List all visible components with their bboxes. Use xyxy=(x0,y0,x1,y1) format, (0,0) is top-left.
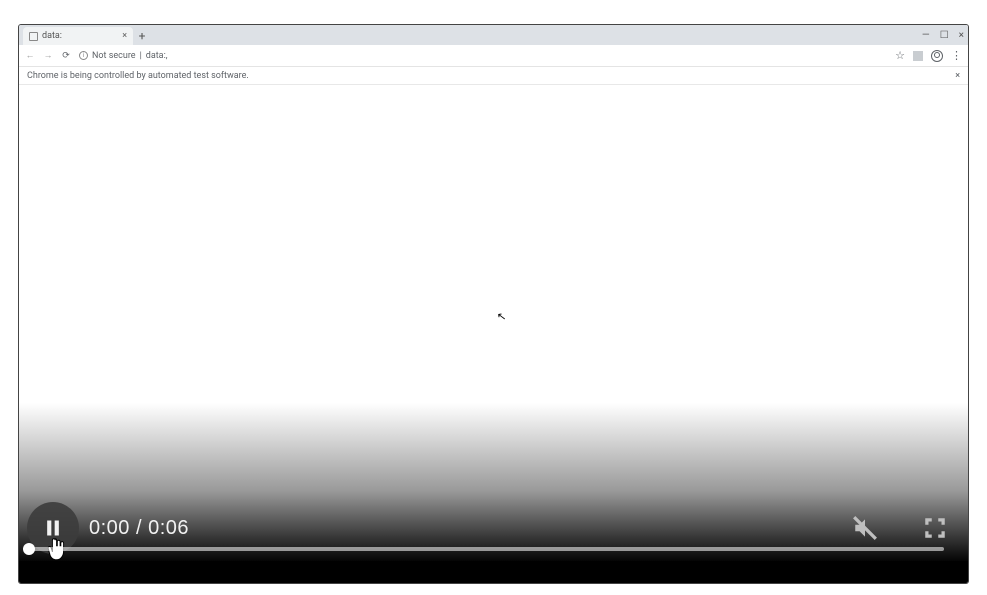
automation-info-bar: Chrome is being controlled by automated … xyxy=(19,67,968,85)
video-controls: 0:00 / 0:06 xyxy=(19,495,968,561)
profile-icon[interactable] xyxy=(931,50,943,62)
window-close-button[interactable]: × xyxy=(959,30,964,41)
bookmark-star-icon[interactable]: ☆ xyxy=(895,49,905,62)
back-button[interactable]: ← xyxy=(25,50,35,61)
browser-menu-icon[interactable]: ⋮ xyxy=(951,49,962,62)
page-icon xyxy=(29,32,38,41)
reload-button[interactable]: ⟳ xyxy=(61,51,71,61)
mouse-cursor-icon: ↖ xyxy=(496,309,507,323)
automation-info-text: Chrome is being controlled by automated … xyxy=(27,71,249,81)
forward-button[interactable]: → xyxy=(43,50,53,61)
url-separator: | xyxy=(140,51,142,61)
not-secure-label: Not secure xyxy=(92,51,136,61)
window-controls: — ☐ × xyxy=(922,25,964,45)
automation-info-close-icon[interactable]: × xyxy=(955,71,960,81)
address-bar: ← → ⟳ i Not secure | data:, ☆ ⋮ xyxy=(19,45,968,67)
minimize-button[interactable]: — xyxy=(922,30,930,41)
browser-tab[interactable]: data: × xyxy=(23,27,133,45)
video-current-time: 0:00 xyxy=(89,517,130,539)
video-time-display: 0:00 / 0:06 xyxy=(89,517,189,540)
pause-icon xyxy=(43,518,63,538)
tab-strip: data: × + — ☐ × xyxy=(19,25,968,45)
video-player[interactable]: ↖ 0:00 / 0:06 xyxy=(19,85,968,583)
fullscreen-icon[interactable] xyxy=(922,515,948,541)
video-progress-bar[interactable] xyxy=(29,547,944,551)
tab-close-icon[interactable]: × xyxy=(122,31,127,41)
site-info-icon[interactable]: i xyxy=(79,51,88,60)
url-area[interactable]: i Not secure | data:, xyxy=(79,51,887,61)
maximize-button[interactable]: ☐ xyxy=(940,30,949,41)
browser-window: data: × + — ☐ × ← → ⟳ i Not secure | dat… xyxy=(18,24,969,584)
video-time-separator: / xyxy=(130,517,148,539)
volume-muted-icon[interactable] xyxy=(852,515,878,541)
new-tab-button[interactable]: + xyxy=(133,27,151,45)
video-progress-thumb[interactable] xyxy=(23,543,35,555)
video-bottom-strip xyxy=(19,561,968,583)
video-duration: 0:06 xyxy=(148,517,189,539)
url-text: data:, xyxy=(146,51,168,61)
extension-icon[interactable] xyxy=(913,51,923,61)
tab-title: data: xyxy=(42,31,62,41)
